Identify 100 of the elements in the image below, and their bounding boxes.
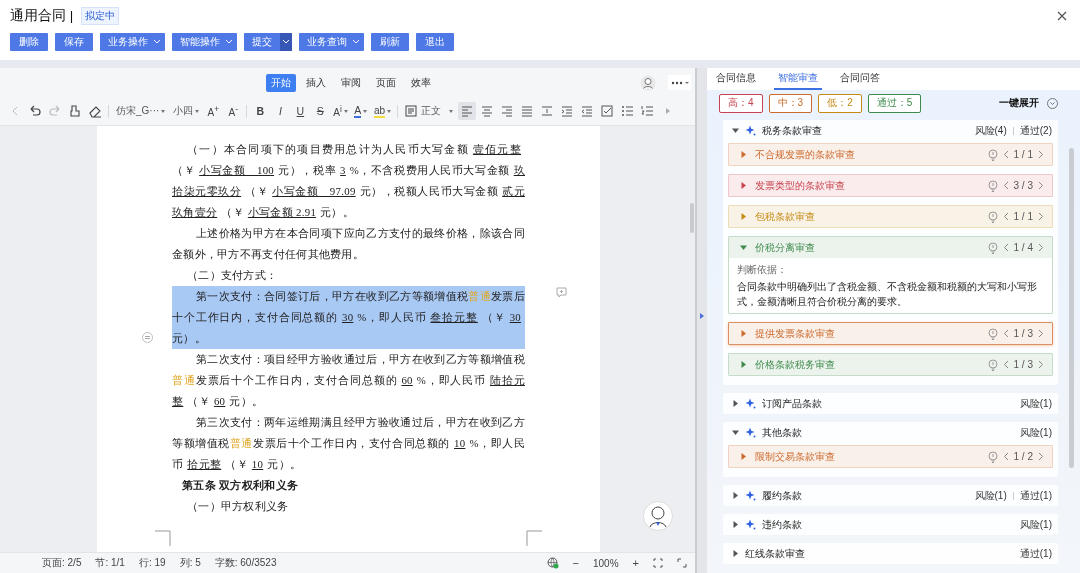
next-icon[interactable] <box>1038 181 1044 190</box>
font-select[interactable]: 仿宋_G··· <box>113 102 169 120</box>
disclosure-icon[interactable] <box>732 550 739 557</box>
status-badge: 拟定中 <box>81 7 120 25</box>
globe-icon[interactable] <box>546 557 559 569</box>
lightbulb-icon[interactable] <box>987 210 998 223</box>
more-button[interactable] <box>668 75 691 90</box>
paragraph: 第一次支付：合同签订后，甲方在收到乙方等额增值税普通发票后十个工作日内，支付合同总额的 30 %，即人民币 叁拾元整 （￥ 30 元）。 <box>172 286 525 349</box>
format-button[interactable]: A$^{i}$ <box>331 102 350 120</box>
format-button[interactable]: I <box>271 102 290 120</box>
group-stat: 通过(2) <box>1019 123 1052 138</box>
disclosure-icon[interactable] <box>740 151 747 158</box>
action-button[interactable]: 保存 <box>55 32 93 51</box>
previous-icon[interactable] <box>1002 212 1009 221</box>
ribbon-tab[interactable]: 页面 <box>371 73 401 92</box>
risk-count-badge[interactable]: 通过：5 <box>867 93 922 113</box>
ribbon-tab[interactable]: 审阅 <box>336 73 366 92</box>
format-button[interactable]: S <box>311 102 330 120</box>
action-button[interactable]: 退出 <box>416 32 454 51</box>
size-select[interactable]: 小四 <box>170 102 203 120</box>
review-item[interactable]: 包税条款审查 1 / 1 <box>728 205 1053 228</box>
fit-page-icon[interactable] <box>653 558 663 568</box>
next-icon[interactable] <box>1038 150 1044 159</box>
next-icon[interactable] <box>1038 243 1044 252</box>
disclosure-icon[interactable] <box>740 330 747 337</box>
assistant-avatar-icon[interactable] <box>643 501 673 531</box>
style-select[interactable]: 正文 <box>402 102 456 120</box>
format-button[interactable]: A$^{-}$ <box>224 102 243 120</box>
ribbon-tab[interactable]: 开始 <box>266 73 296 92</box>
disclosure-icon[interactable] <box>732 492 739 499</box>
fullscreen-icon[interactable] <box>677 558 687 568</box>
lightbulb-icon[interactable] <box>987 358 998 371</box>
disclosure-icon[interactable] <box>740 453 747 460</box>
lightbulb-icon[interactable] <box>987 327 998 340</box>
disclosure-icon[interactable] <box>732 400 739 407</box>
assistant-avatar-icon[interactable] <box>640 74 656 91</box>
zoom-out-button[interactable]: − <box>572 557 579 569</box>
lightbulb-icon[interactable] <box>987 450 998 463</box>
previous-icon[interactable] <box>1002 329 1009 338</box>
chevron-circle-icon[interactable] <box>1047 97 1058 109</box>
next-icon[interactable] <box>1038 360 1044 369</box>
format-button[interactable]: ab <box>371 102 393 120</box>
align-button[interactable] <box>457 102 476 120</box>
panel-tab[interactable]: 合同问答 <box>836 68 884 90</box>
comment-icon[interactable] <box>556 287 567 298</box>
action-button[interactable]: 删除 <box>10 32 48 51</box>
expand-icon[interactable] <box>699 311 705 320</box>
format-button[interactable]: A$^{+}$ <box>204 102 223 120</box>
next-icon[interactable] <box>1038 329 1044 338</box>
scrollbar[interactable] <box>1069 148 1074 468</box>
paragraph: 上述价格为甲方在本合同项下应向乙方支付的最终价格，除该合同金额外，甲方不再支付任何其他费用。 <box>172 226 525 262</box>
group-title[interactable]: 红线条款审查 <box>745 546 805 561</box>
review-item[interactable]: 价税分离审查 1 / 4 判断依据： 合同条款中明确列出了含税金额、不含税金额和税额的大写和小写形式，金额清晰且符合价税分离的要求。 <box>728 236 1053 314</box>
dropdown-button[interactable]: 业务操作 <box>100 32 165 51</box>
review-item[interactable]: 发票类型的条款审查 3 / 3 <box>728 174 1053 197</box>
disclosure-icon[interactable] <box>732 127 739 134</box>
action-button[interactable]: 刷新 <box>371 32 409 51</box>
review-item[interactable]: 限制交易条款审查 1 / 2 <box>728 445 1053 468</box>
lightbulb-icon[interactable] <box>987 179 998 192</box>
expand-all-button[interactable]: 一键展开 <box>999 96 1039 110</box>
risk-count-badge[interactable]: 中：3 <box>768 93 813 113</box>
dropdown-button[interactable]: 业务查询 <box>299 32 364 51</box>
lightbulb-icon[interactable] <box>987 148 998 161</box>
group-title[interactable]: 履约条款 <box>762 488 802 503</box>
review-item[interactable]: 不合规发票的条款审查 1 / 1 <box>728 143 1053 166</box>
previous-icon[interactable] <box>1002 150 1009 159</box>
risk-count-badge[interactable]: 高：4 <box>719 93 763 113</box>
disclosure-icon[interactable] <box>732 429 739 436</box>
status-text: 节: 1/1 <box>95 556 125 570</box>
panel-tab[interactable]: 合同信息 <box>712 68 760 90</box>
format-button[interactable]: A <box>351 102 370 120</box>
collapse-icon[interactable] <box>142 332 153 343</box>
format-button[interactable]: U <box>291 102 310 120</box>
item-title: 发票类型的条款审查 <box>755 178 845 193</box>
group-title[interactable]: 税务条款审查 <box>762 123 822 138</box>
lightbulb-icon[interactable] <box>987 241 998 254</box>
review-item[interactable]: 提供发票条款审查 1 / 3 <box>728 322 1053 345</box>
previous-icon[interactable] <box>1002 452 1009 461</box>
format-button[interactable]: B <box>251 102 270 120</box>
scrollbar[interactable] <box>690 203 694 233</box>
next-icon[interactable] <box>1038 212 1044 221</box>
group-title[interactable]: 违约条款 <box>762 517 802 532</box>
previous-icon[interactable] <box>1002 243 1009 252</box>
close-icon[interactable] <box>1057 11 1067 21</box>
submit-button[interactable]: 提交 <box>244 32 280 51</box>
zoom-in-button[interactable]: + <box>632 557 639 569</box>
disclosure-icon[interactable] <box>732 521 739 528</box>
dropdown-button[interactable]: 智能操作 <box>172 32 237 51</box>
previous-icon[interactable] <box>1002 360 1009 369</box>
group-title[interactable]: 订阅产品条款 <box>762 396 822 411</box>
disclosure-icon[interactable] <box>740 244 747 251</box>
dropdown-toggle[interactable] <box>280 32 292 51</box>
ribbon-tab[interactable]: 插入 <box>301 73 331 92</box>
previous-icon[interactable] <box>1002 181 1009 190</box>
review-item[interactable]: 价格条款税务审查 1 / 3 <box>728 353 1053 376</box>
next-icon[interactable] <box>1038 452 1044 461</box>
disclosure-icon[interactable] <box>740 361 747 368</box>
group-title[interactable]: 其他条款 <box>762 425 802 440</box>
ribbon-tab[interactable]: 效率 <box>406 73 436 92</box>
disclosure-icon[interactable] <box>740 182 747 189</box>
